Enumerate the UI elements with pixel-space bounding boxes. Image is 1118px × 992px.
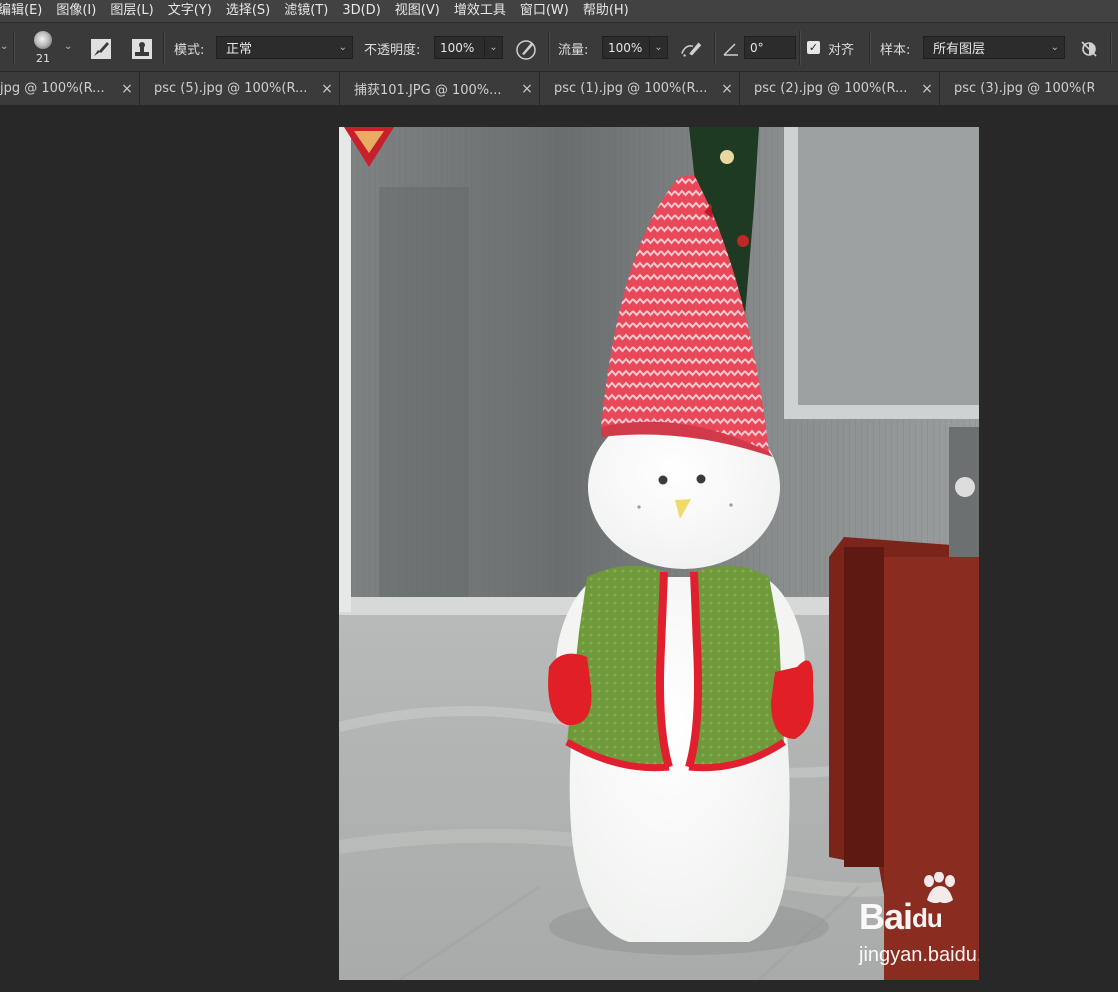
document-canvas[interactable]: Baidu 经验 jingyan.baidu.com bbox=[339, 127, 979, 980]
snowman-photo bbox=[339, 127, 979, 980]
brush-preview-icon[interactable] bbox=[34, 31, 52, 49]
menu-view[interactable]: 视图(V) bbox=[388, 0, 447, 22]
sample-value: 所有图层 bbox=[933, 42, 986, 57]
watermark-brand: Bai bbox=[859, 896, 913, 937]
opacity-value: 100% bbox=[440, 40, 475, 55]
tab-label: psc (3).jpg @ 100%(R... bbox=[954, 81, 1094, 96]
baidu-watermark: Baidu 经验 jingyan.baidu.com bbox=[859, 872, 979, 972]
mode-select[interactable]: 正常 ⌄ bbox=[216, 36, 353, 59]
flow-label: 流量: bbox=[558, 43, 589, 58]
align-label: 对齐 bbox=[828, 43, 855, 58]
separator bbox=[799, 31, 801, 65]
opacity-input[interactable]: 100% bbox=[434, 36, 485, 59]
separator bbox=[163, 31, 165, 65]
separator bbox=[869, 31, 871, 65]
tab-document[interactable]: psc (1).jpg @ 100%(R... × bbox=[540, 72, 740, 105]
close-icon[interactable]: × bbox=[715, 81, 739, 97]
menu-edit[interactable]: 编辑(E) bbox=[0, 0, 49, 22]
sample-label: 样本: bbox=[880, 43, 911, 58]
opacity-dropdown-button[interactable]: ⌄ bbox=[485, 36, 503, 59]
brush-picker-chevron-icon[interactable]: ⌄ bbox=[64, 41, 72, 52]
mode-label: 模式: bbox=[174, 43, 205, 58]
menu-layer[interactable]: 图层(L) bbox=[103, 0, 160, 22]
pressure-opacity-icon[interactable] bbox=[514, 37, 538, 61]
close-icon[interactable]: × bbox=[515, 81, 539, 97]
opacity-label: 不透明度: bbox=[364, 43, 421, 58]
align-checkbox[interactable]: ✓ bbox=[807, 41, 820, 54]
tool-options-bar: ⌄ 21 ⌄ 模式: 正常 ⌄ 不透明度: 100% ⌄ 流量: 100% ⌄ … bbox=[0, 22, 1118, 72]
chevron-down-icon: ⌄ bbox=[338, 42, 347, 53]
separator bbox=[13, 31, 15, 65]
brush-size: 21 bbox=[36, 52, 50, 65]
watermark-brand-suffix: du bbox=[912, 903, 943, 933]
close-icon[interactable]: × bbox=[115, 81, 139, 97]
tab-document[interactable]: psc (5).jpg @ 100%(R... × bbox=[140, 72, 340, 105]
separator bbox=[548, 31, 550, 65]
menu-filter[interactable]: 滤镜(T) bbox=[277, 0, 335, 22]
clone-source-icon[interactable] bbox=[130, 37, 154, 61]
angle-input[interactable]: 0° bbox=[744, 36, 796, 59]
close-icon[interactable]: × bbox=[915, 81, 939, 97]
tab-label: psc (1).jpg @ 100%(R... bbox=[554, 81, 708, 96]
canvas-area[interactable]: Baidu 经验 jingyan.baidu.com bbox=[0, 105, 1118, 992]
menu-select[interactable]: 选择(S) bbox=[219, 0, 277, 22]
tab-label: psc (2).jpg @ 100%(R... bbox=[754, 81, 908, 96]
menu-bar: 编辑(E) 图像(I) 图层(L) 文字(Y) 选择(S) 滤镜(T) 3D(D… bbox=[0, 0, 1118, 22]
document-tab-bar: jpg @ 100%(R... × psc (5).jpg @ 100%(R..… bbox=[0, 72, 1118, 106]
menu-type[interactable]: 文字(Y) bbox=[161, 0, 219, 22]
tab-document[interactable]: psc (2).jpg @ 100%(R... × bbox=[740, 72, 940, 105]
mode-value: 正常 bbox=[226, 42, 253, 57]
menu-help[interactable]: 帮助(H) bbox=[576, 0, 636, 22]
sample-select[interactable]: 所有图层 ⌄ bbox=[923, 36, 1065, 59]
tab-label: psc (5).jpg @ 100%(R... bbox=[154, 81, 308, 96]
flow-input[interactable]: 100% bbox=[602, 36, 650, 59]
close-icon[interactable]: × bbox=[315, 81, 339, 97]
watermark-url: jingyan.baidu.com bbox=[859, 944, 979, 966]
tool-preset-chevron-icon[interactable]: ⌄ bbox=[0, 41, 8, 52]
menu-plugins[interactable]: 增效工具 bbox=[447, 0, 513, 22]
tab-document[interactable]: jpg @ 100%(R... × bbox=[0, 72, 140, 105]
tab-document[interactable]: psc (3).jpg @ 100%(R... bbox=[940, 72, 1118, 105]
flow-dropdown-button[interactable]: ⌄ bbox=[650, 36, 668, 59]
chevron-down-icon: ⌄ bbox=[1050, 42, 1059, 53]
menu-image[interactable]: 图像(I) bbox=[49, 0, 103, 22]
flow-value: 100% bbox=[608, 40, 643, 55]
menu-window[interactable]: 窗口(W) bbox=[513, 0, 576, 22]
ignore-adjustment-layers-icon[interactable] bbox=[1077, 37, 1101, 61]
airbrush-icon[interactable] bbox=[680, 37, 704, 61]
separator bbox=[714, 31, 716, 65]
tab-label: 捕获101.JPG @ 100%... bbox=[354, 83, 502, 98]
angle-value: 0° bbox=[750, 40, 764, 55]
separator bbox=[1110, 31, 1112, 65]
menu-3d[interactable]: 3D(D) bbox=[335, 0, 387, 22]
tab-document[interactable]: 捕获101.JPG @ 100%... × bbox=[340, 72, 540, 105]
angle-icon bbox=[719, 37, 743, 61]
tab-label: jpg @ 100%(R... bbox=[0, 81, 105, 96]
brush-settings-icon[interactable] bbox=[89, 37, 113, 61]
